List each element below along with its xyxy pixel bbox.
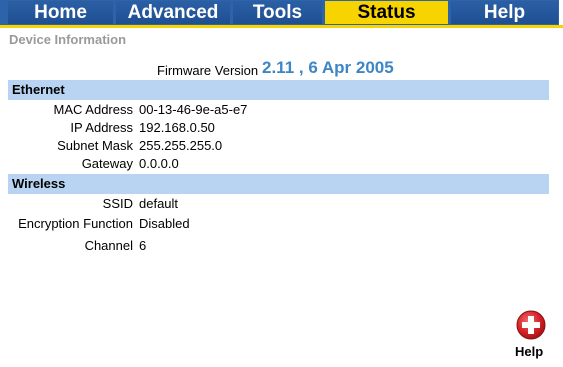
tab-home[interactable]: Home [8,1,113,24]
subnet-mask-value: 255.255.255.0 [139,138,223,153]
firmware-label: Firmware Version [157,63,259,78]
mac-address-row: MAC Address 00-13-46-9e-a5-e7 [0,102,563,120]
tab-advanced[interactable]: Advanced [116,1,230,24]
nav-edge [559,0,563,25]
ip-address-label: IP Address [70,120,133,135]
ip-address-row: IP Address 192.168.0.50 [0,120,563,138]
help-button[interactable]: Help [512,310,552,362]
channel-row: Channel 6 [0,238,563,256]
ssid-row: SSID default [0,196,563,214]
device-status-page: Home Advanced Tools Status Help Device I… [0,0,563,367]
channel-value: 6 [139,238,147,253]
gateway-row: Gateway 0.0.0.0 [0,156,563,174]
encryption-label: Encryption Function [18,216,133,231]
channel-label: Channel [84,238,133,253]
page-title: Device Information [9,32,127,47]
ssid-value: default [139,196,179,211]
gateway-label: Gateway [81,156,133,171]
subnet-mask-row: Subnet Mask 255.255.255.0 [0,138,563,156]
help-label[interactable]: Help [515,344,543,359]
nav-underline [0,25,563,28]
firmware-row: Firmware Version 2.11 , 6 Apr 2005 [0,58,563,80]
gateway-value: 0.0.0.0 [139,156,179,171]
ssid-label: SSID [102,196,133,211]
wireless-section-header: Wireless [8,174,549,194]
firmware-value: 2.11 , 6 Apr 2005 [262,58,394,77]
ip-address-value: 192.168.0.50 [139,120,215,135]
encryption-row: Encryption Function Disabled [0,216,563,234]
ethernet-section-header: Ethernet [8,80,549,100]
top-nav: Home Advanced Tools Status Help [0,0,563,26]
tab-tools[interactable]: Tools [233,1,322,24]
tab-status[interactable]: Status [325,1,448,24]
tab-help[interactable]: Help [451,1,558,24]
plus-circle-icon[interactable] [516,310,546,340]
encryption-value: Disabled [139,216,190,231]
subnet-mask-label: Subnet Mask [57,138,133,153]
mac-address-label: MAC Address [53,102,133,117]
mac-address-value: 00-13-46-9e-a5-e7 [139,102,248,117]
